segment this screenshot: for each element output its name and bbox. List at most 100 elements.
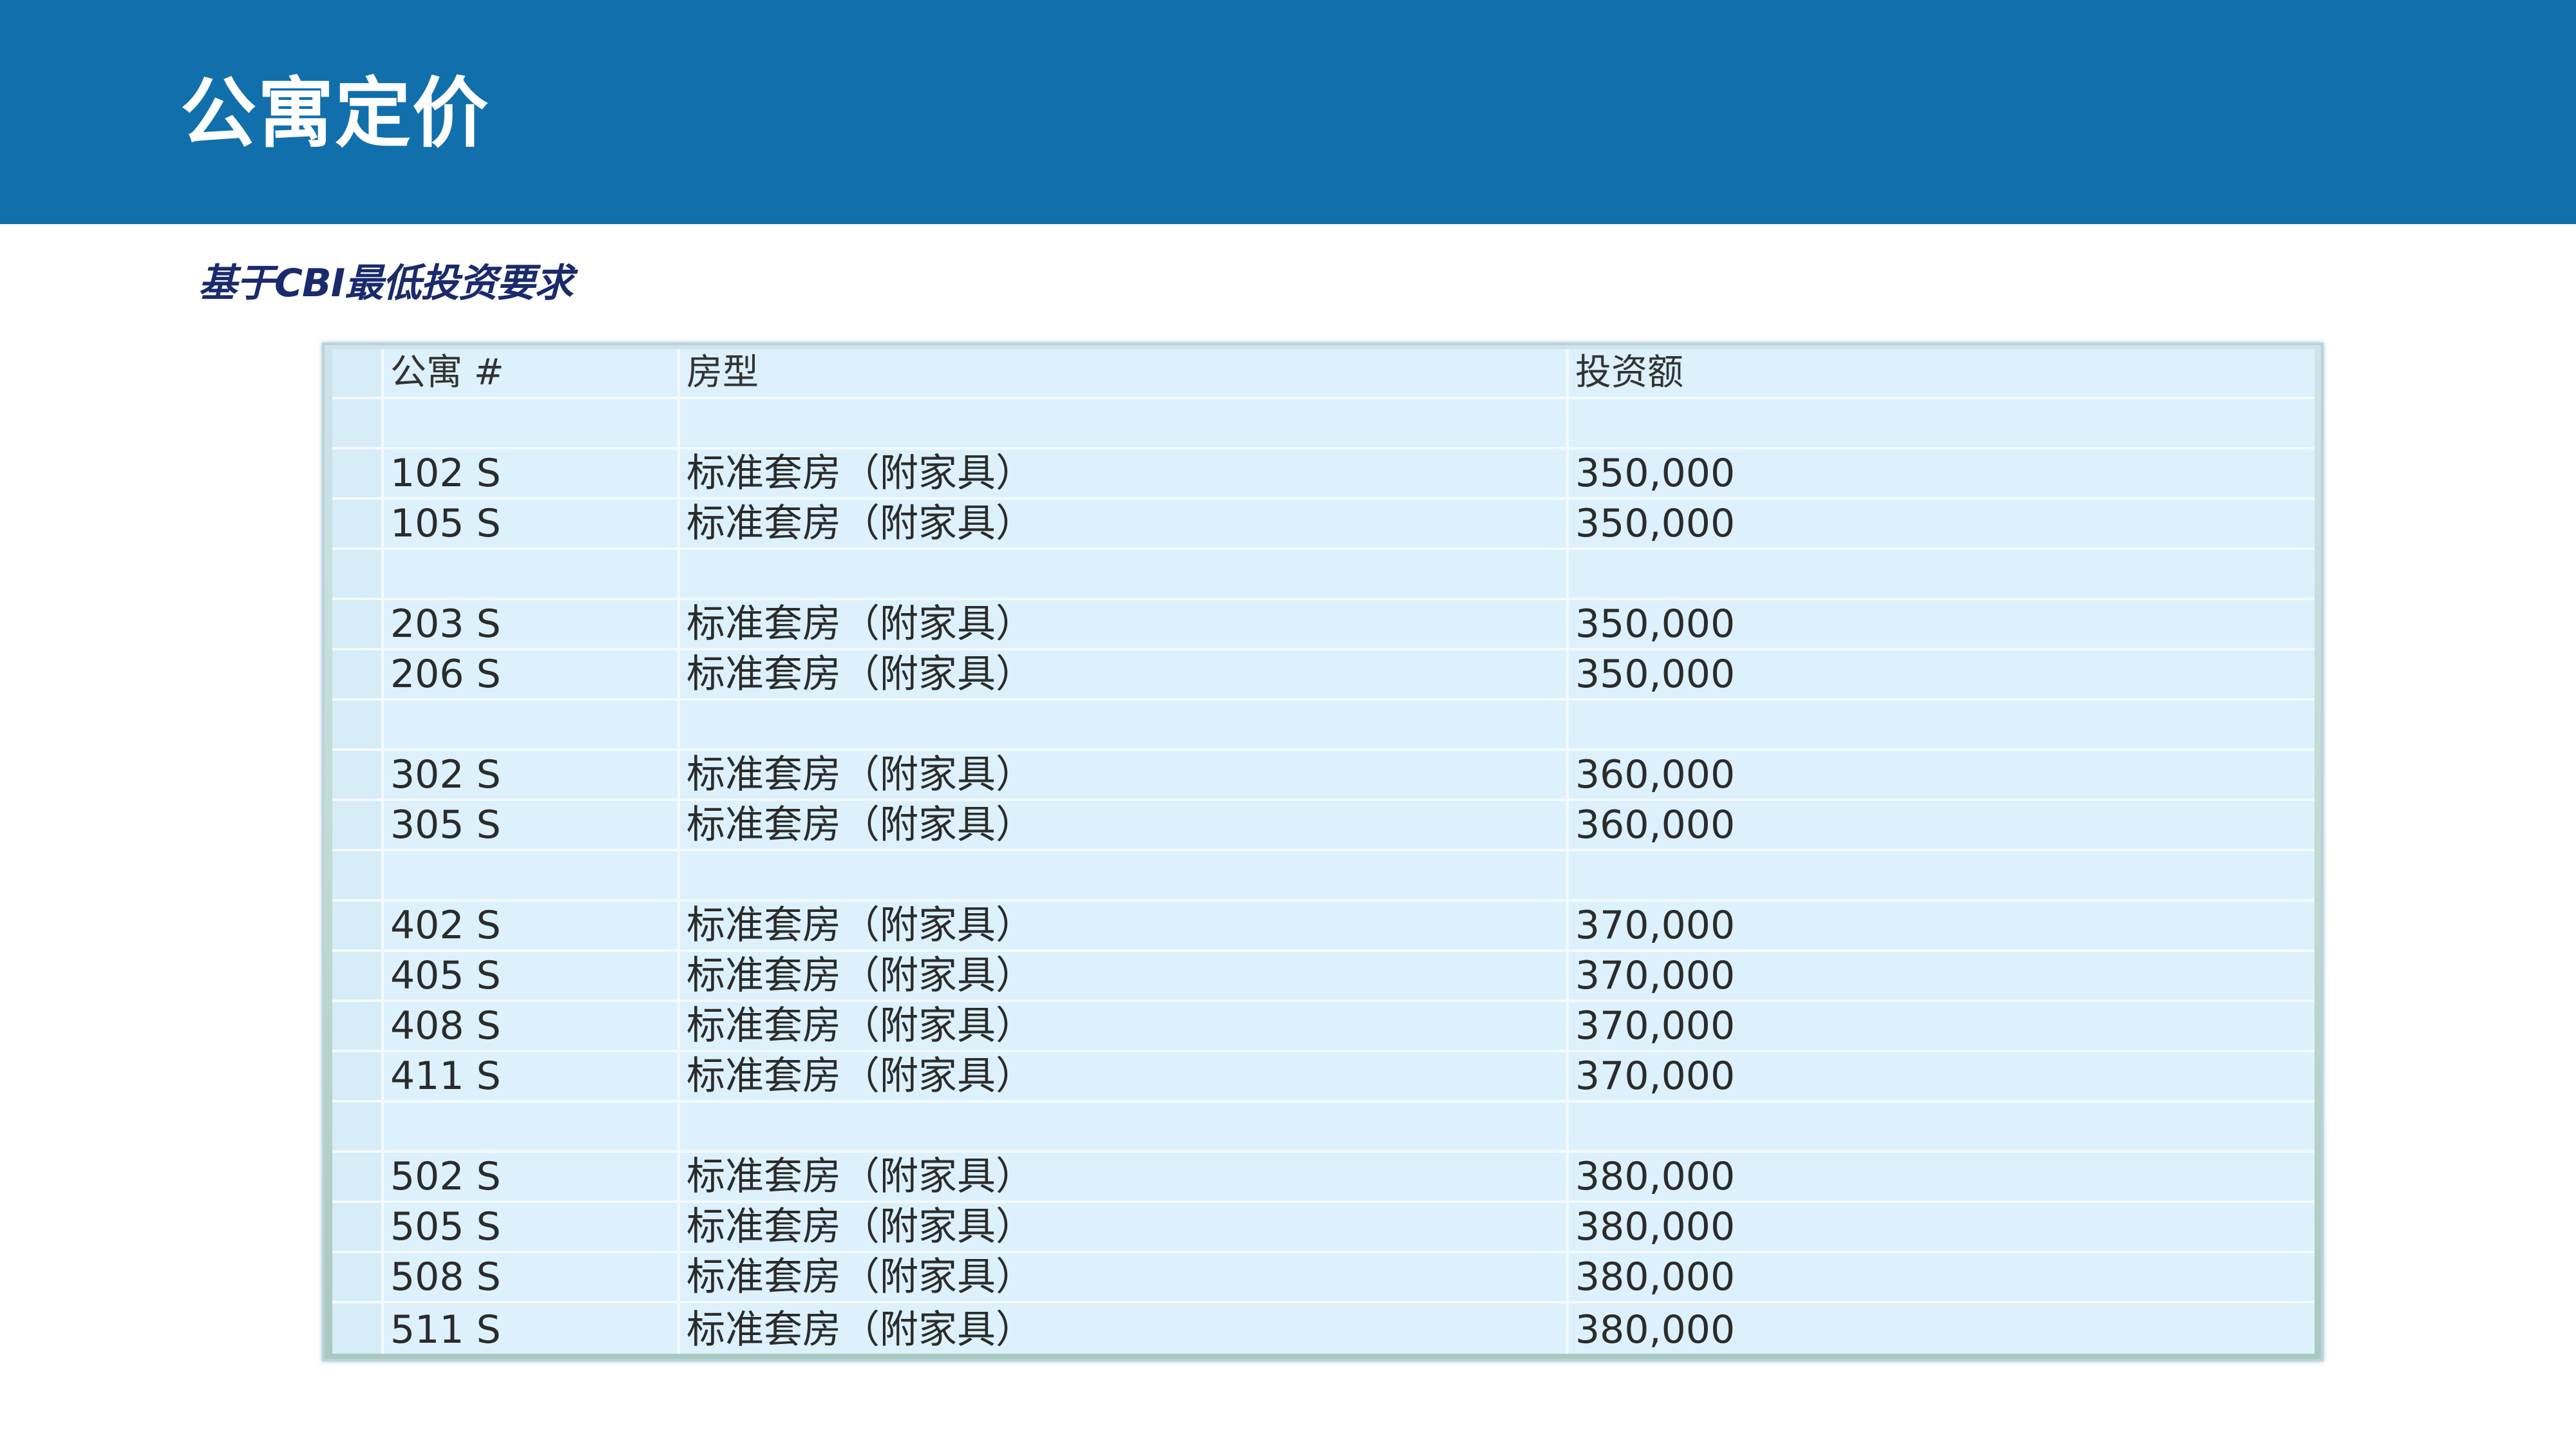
cell-investment: 370,000	[1569, 1052, 2315, 1103]
row-gutter-cell	[332, 1203, 384, 1253]
table-row: 411 S 标准套房（附家具） 370,000	[332, 1052, 2315, 1103]
cell-apartment: 402 S	[384, 902, 680, 952]
cell-room-type: 标准套房（附家具）	[680, 1002, 1569, 1052]
column-header-apartment: 公寓 #	[384, 349, 680, 399]
table-spacer-row	[332, 399, 2315, 450]
cell-apartment: 203 S	[384, 600, 680, 650]
table-row: 203 S 标准套房（附家具） 350,000	[332, 600, 2315, 650]
table-row: 402 S 标准套房（附家具） 370,000	[332, 902, 2315, 952]
cell-room-type: 标准套房（附家具）	[680, 1052, 1569, 1103]
row-gutter-cell	[332, 851, 384, 902]
cell-apartment: 508 S	[384, 1253, 680, 1303]
table-row: 105 S 标准套房（附家具） 350,000	[332, 500, 2315, 550]
table-row: 505 S 标准套房（附家具） 380,000	[332, 1203, 2315, 1253]
cell-room-type: 标准套房（附家具）	[680, 600, 1569, 650]
row-gutter-cell	[332, 1153, 384, 1203]
cell-apartment	[384, 851, 680, 902]
row-gutter-cell	[332, 1002, 384, 1052]
cell-room-type: 标准套房（附家具）	[680, 902, 1569, 952]
cell-investment: 380,000	[1569, 1203, 2315, 1253]
cell-room-type	[680, 1103, 1569, 1153]
cell-room-type: 标准套房（附家具）	[680, 650, 1569, 701]
row-gutter-cell	[332, 399, 384, 450]
cell-room-type: 标准套房（附家具）	[680, 1253, 1569, 1303]
row-gutter-cell	[332, 902, 384, 952]
cell-investment	[1569, 701, 2315, 751]
cell-investment: 360,000	[1569, 801, 2315, 851]
row-gutter-cell	[332, 701, 384, 751]
column-header-room-type: 房型	[680, 349, 1569, 399]
table-spacer-row	[332, 701, 2315, 751]
cell-room-type: 标准套房（附家具）	[680, 1303, 1569, 1354]
row-gutter-cell	[332, 600, 384, 650]
cell-room-type: 标准套房（附家具）	[680, 450, 1569, 500]
page-title: 公寓定价	[180, 69, 490, 158]
row-gutter-cell	[332, 450, 384, 500]
cell-apartment: 505 S	[384, 1203, 680, 1253]
row-gutter-cell	[332, 550, 384, 600]
cell-room-type	[680, 701, 1569, 751]
row-gutter-cell	[332, 952, 384, 1002]
cell-apartment: 302 S	[384, 751, 680, 801]
pricing-table: 公寓 # 房型 投资额 102 S 标准套房（附家具） 350,000 105 S 标准…	[332, 349, 2315, 1354]
cell-room-type: 标准套房（附家具）	[680, 751, 1569, 801]
cell-room-type	[680, 399, 1569, 450]
row-gutter-cell	[332, 751, 384, 801]
cell-apartment: 305 S	[384, 801, 680, 851]
cell-apartment: 105 S	[384, 500, 680, 550]
row-gutter-cell	[332, 801, 384, 851]
cell-apartment: 502 S	[384, 1153, 680, 1203]
pricing-table-body: 公寓 # 房型 投资额 102 S 标准套房（附家具） 350,000 105 S 标准…	[332, 349, 2315, 1354]
cell-investment: 370,000	[1569, 952, 2315, 1002]
cell-apartment	[384, 701, 680, 751]
cell-room-type: 标准套房（附家具）	[680, 1153, 1569, 1203]
cell-investment: 350,000	[1569, 600, 2315, 650]
table-row: 102 S 标准套房（附家具） 350,000	[332, 450, 2315, 500]
cell-apartment: 405 S	[384, 952, 680, 1002]
row-gutter-cell	[332, 1253, 384, 1303]
cell-room-type: 标准套房（附家具）	[680, 500, 1569, 550]
cell-investment: 370,000	[1569, 902, 2315, 952]
table-row: 508 S 标准套房（附家具） 380,000	[332, 1253, 2315, 1303]
cell-investment: 380,000	[1569, 1253, 2315, 1303]
cell-investment: 350,000	[1569, 450, 2315, 500]
page-subtitle: 基于CBI最低投资要求	[198, 261, 573, 306]
table-spacer-row	[332, 1103, 2315, 1153]
cell-investment: 350,000	[1569, 650, 2315, 701]
cell-investment: 380,000	[1569, 1153, 2315, 1203]
row-gutter-cell	[332, 500, 384, 550]
cell-apartment	[384, 1103, 680, 1153]
cell-investment: 370,000	[1569, 1002, 2315, 1052]
row-gutter-cell	[332, 650, 384, 701]
cell-apartment: 411 S	[384, 1052, 680, 1103]
cell-room-type: 标准套房（附家具）	[680, 1203, 1569, 1253]
row-gutter-cell	[332, 1303, 384, 1354]
cell-investment: 360,000	[1569, 751, 2315, 801]
cell-apartment: 511 S	[384, 1303, 680, 1354]
cell-room-type: 标准套房（附家具）	[680, 952, 1569, 1002]
cell-investment: 380,000	[1569, 1303, 2315, 1354]
cell-investment	[1569, 1103, 2315, 1153]
cell-investment	[1569, 399, 2315, 450]
table-row: 502 S 标准套房（附家具） 380,000	[332, 1153, 2315, 1203]
row-gutter-cell	[332, 1052, 384, 1103]
table-spacer-row	[332, 851, 2315, 902]
table-row: 206 S 标准套房（附家具） 350,000	[332, 650, 2315, 701]
table-row: 511 S 标准套房（附家具） 380,000	[332, 1303, 2315, 1354]
cell-apartment: 206 S	[384, 650, 680, 701]
cell-apartment: 102 S	[384, 450, 680, 500]
column-header-investment: 投资额	[1569, 349, 2315, 399]
row-gutter-cell	[332, 1103, 384, 1153]
cell-room-type: 标准套房（附家具）	[680, 801, 1569, 851]
cell-apartment: 408 S	[384, 1002, 680, 1052]
table-spacer-row	[332, 550, 2315, 600]
table-row: 305 S 标准套房（附家具） 360,000	[332, 801, 2315, 851]
pricing-table-frame: 公寓 # 房型 投资额 102 S 标准套房（附家具） 350,000 105 S 标准…	[322, 343, 2324, 1361]
table-row: 302 S 标准套房（附家具） 360,000	[332, 751, 2315, 801]
table-row: 405 S 标准套房（附家具） 370,000	[332, 952, 2315, 1002]
cell-investment: 350,000	[1569, 500, 2315, 550]
cell-investment	[1569, 550, 2315, 600]
table-row: 408 S 标准套房（附家具） 370,000	[332, 1002, 2315, 1052]
title-bar: 公寓定价	[0, 0, 2576, 224]
cell-investment	[1569, 851, 2315, 902]
